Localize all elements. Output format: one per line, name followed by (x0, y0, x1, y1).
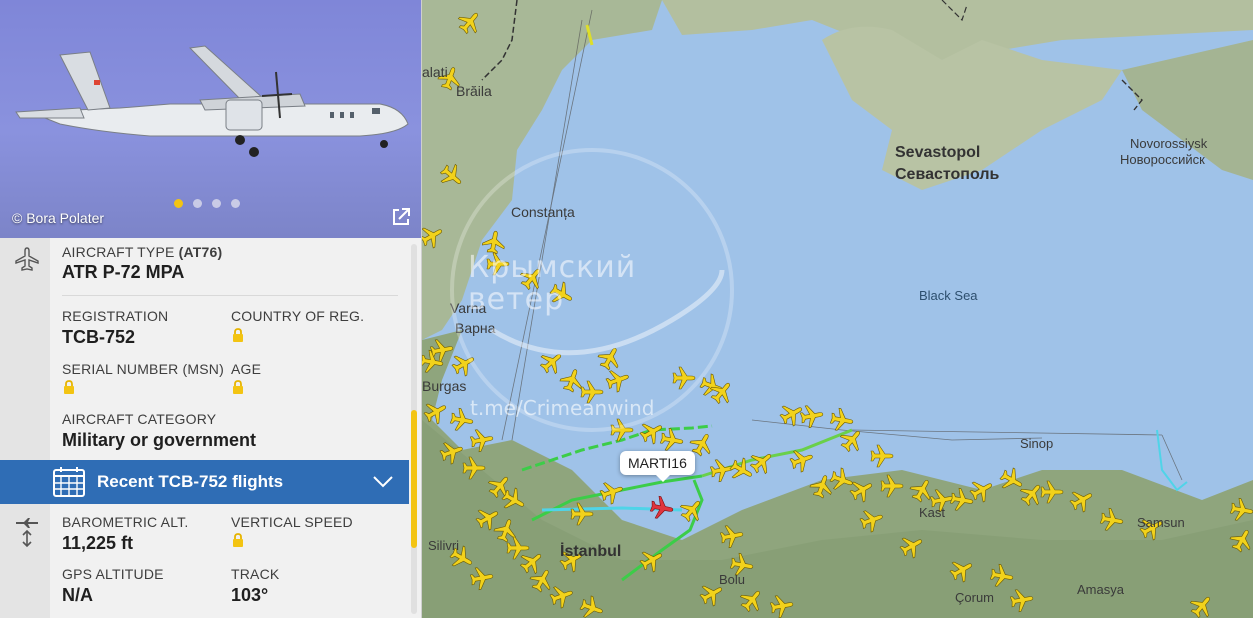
gps-altitude-label: GPS ALTITUDE (62, 566, 164, 582)
carousel-dot[interactable] (193, 199, 202, 208)
divider (62, 295, 398, 296)
registration-value: TCB-752 (62, 327, 136, 347)
lock-icon[interactable] (232, 328, 244, 342)
aircraft-category-label: AIRCRAFT CATEGORY (62, 411, 217, 427)
barometric-alt-label: BAROMETRIC ALT. (62, 514, 189, 530)
carousel-dot[interactable] (174, 199, 183, 208)
chevron-down-icon[interactable] (372, 472, 394, 490)
aircraft-info-panel: © Bora Polater AIRCRAFT TYPE (AT76) ATR … (0, 0, 422, 618)
selected-flight-callout[interactable]: MARTI16 (620, 451, 695, 482)
aircraft-type-label: AIRCRAFT TYPE (AT76) (62, 244, 223, 260)
panel-scrollbar-thumb[interactable] (411, 410, 417, 548)
aircraft-photo[interactable]: © Bora Polater (0, 0, 421, 238)
photo-credit: © Bora Polater (12, 210, 105, 226)
lock-icon[interactable] (232, 380, 244, 394)
lock-icon[interactable] (232, 533, 244, 547)
track-label: TRACK (231, 566, 280, 582)
serial-number-label: SERIAL NUMBER (MSN) (62, 361, 224, 377)
flight-map[interactable]: alati Brăila Constanța Varna Варна Burga… (422, 0, 1253, 618)
lock-icon[interactable] (63, 380, 75, 394)
registration-label: REGISTRATION (62, 308, 169, 324)
vertical-speed-label: VERTICAL SPEED (231, 514, 353, 530)
airplane-icon (15, 247, 39, 271)
carousel-dot[interactable] (212, 199, 221, 208)
calendar-icon (53, 467, 85, 497)
aircraft-type-value: ATR P-72 MPA (62, 262, 185, 282)
recent-flights-toggle[interactable]: Recent TCB-752 flights (0, 460, 409, 504)
altitude-icon (16, 518, 38, 548)
age-label: AGE (231, 361, 262, 377)
watermark-link: t.me/Crimeanwind (470, 396, 655, 420)
country-label: COUNTRY OF REG. (231, 308, 365, 324)
photo-carousel-dots[interactable] (174, 199, 240, 208)
watermark-text: ветер (468, 282, 565, 317)
gps-altitude-value: N/A (62, 585, 93, 605)
aircraft-category-value: Military or government (62, 430, 257, 450)
watermark-text: Крымский (468, 250, 637, 285)
carousel-dot[interactable] (231, 199, 240, 208)
recent-flights-label: Recent TCB-752 flights (97, 472, 284, 491)
track-value: 103° (231, 585, 269, 605)
external-link-icon[interactable] (390, 206, 412, 228)
barometric-alt-value: 11,225 ft (62, 533, 134, 553)
